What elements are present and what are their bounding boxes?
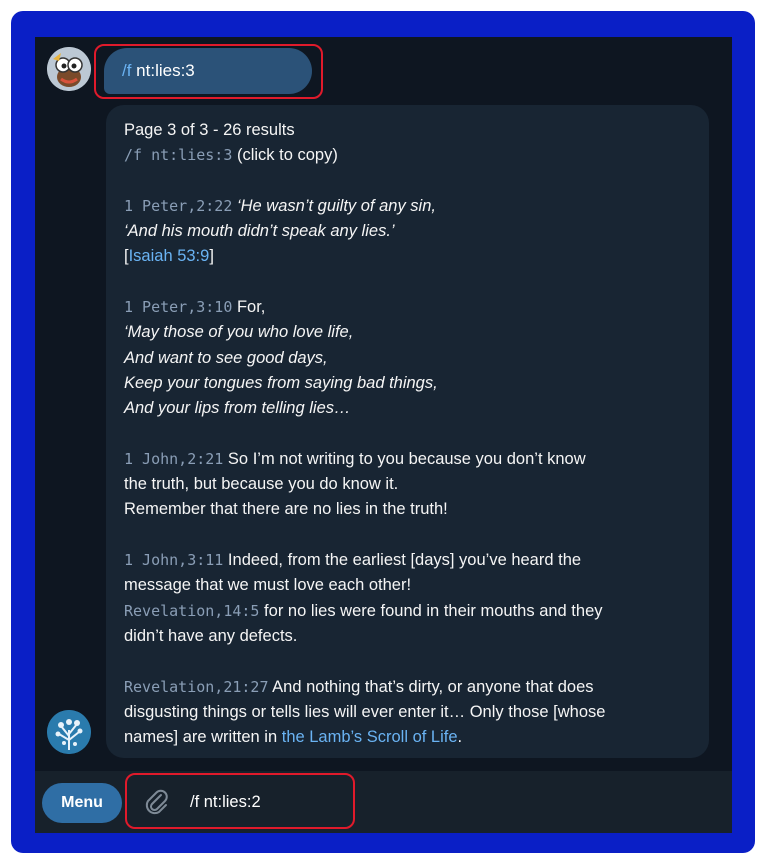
verse-text: for no lies were found in their mouths a… bbox=[259, 601, 603, 620]
verse-entry: 1 Peter,2:22 ‘He wasn’t guilty of any si… bbox=[124, 194, 691, 270]
verse-entry: 1 John,3:11 Indeed, from the earliest [d… bbox=[124, 548, 691, 599]
highlight-outline bbox=[125, 773, 355, 829]
verse-text: didn’t have any defects. bbox=[124, 626, 298, 645]
verse-text: the truth, but because you do know it. bbox=[124, 475, 399, 494]
scroll-of-life-link[interactable]: the Lamb’s Scroll of Life bbox=[282, 728, 458, 746]
verse-text: Indeed, from the earliest [days] you’ve … bbox=[223, 551, 582, 570]
verse-entry: 1 Peter,3:10 For, ‘May those of you who … bbox=[124, 295, 691, 421]
verse-ref[interactable]: 1 John,2:21 bbox=[124, 450, 223, 468]
verse-text: And your lips from telling lies… bbox=[124, 399, 351, 418]
verse-entry: Revelation,14:5 for no lies were found i… bbox=[124, 599, 691, 650]
cross-reference-link[interactable]: Isaiah 53:9 bbox=[129, 247, 210, 265]
verse-entry: Revelation,21:27 And nothing that’s dirt… bbox=[124, 675, 691, 751]
verse-text: And want to see good days, bbox=[124, 348, 328, 367]
copy-note: (click to copy) bbox=[232, 146, 338, 165]
verse-text: So I’m not writing to you because you do… bbox=[223, 449, 586, 468]
copy-command[interactable]: /f nt:lies:3 bbox=[124, 146, 232, 164]
bot-avatar[interactable] bbox=[47, 710, 91, 754]
verse-text: And nothing that’s dirty, or anyone that… bbox=[268, 677, 594, 696]
verse-ref[interactable]: 1 John,3:11 bbox=[124, 551, 223, 569]
verse-text: names] are written in bbox=[124, 728, 282, 747]
highlight-outline bbox=[94, 44, 323, 99]
verse-text: ‘He wasn’t guilty of any sin, bbox=[232, 196, 436, 215]
user-avatar[interactable] bbox=[47, 47, 91, 91]
verse-ref[interactable]: 1 Peter,2:22 bbox=[124, 197, 232, 215]
verse-text: ‘And his mouth didn’t speak any lies.’ bbox=[124, 222, 395, 241]
bot-reply-message[interactable]: Page 3 of 3 - 26 results /f nt:lies:3 (c… bbox=[106, 105, 709, 758]
verse-text: ‘May those of you who love life, bbox=[124, 323, 354, 342]
menu-button[interactable]: Menu bbox=[42, 783, 122, 823]
verse-text: message that we must love each other! bbox=[124, 576, 412, 595]
verse-ref[interactable]: Revelation,14:5 bbox=[124, 602, 259, 620]
verse-text: Keep your tongues from saying bad things… bbox=[124, 373, 438, 392]
verse-ref[interactable]: 1 Peter,3:10 bbox=[124, 298, 232, 316]
bracket: ] bbox=[209, 247, 214, 266]
verse-text: . bbox=[457, 728, 463, 747]
verse-text: Remember that there are no lies in the t… bbox=[124, 500, 448, 519]
results-header: Page 3 of 3 - 26 results bbox=[124, 121, 295, 139]
verse-ref[interactable]: Revelation,21:27 bbox=[124, 678, 269, 696]
verse-text: disgusting things or tells lies will eve… bbox=[124, 702, 606, 721]
chat-history[interactable]: /f nt:lies:3 Page 3 of 3 - 26 results /f… bbox=[35, 37, 732, 771]
verse-entry: 1 John,2:21 So I’m not writing to you be… bbox=[124, 447, 691, 523]
verse-text: For, bbox=[232, 298, 266, 317]
